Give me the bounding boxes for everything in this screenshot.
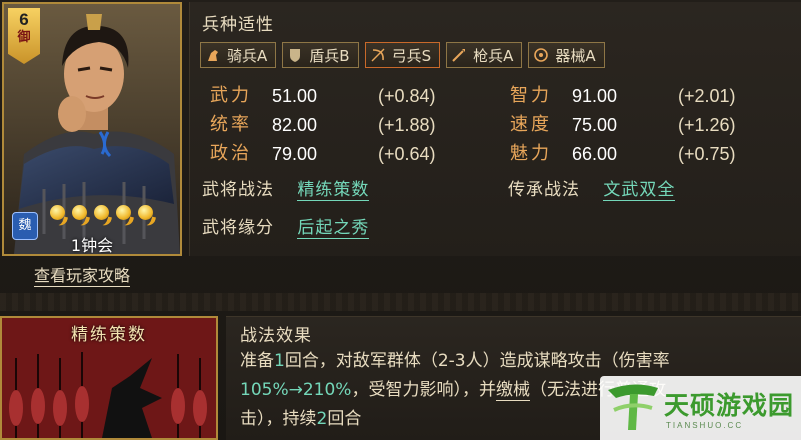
stat-bonus-charm: (+0.75) [678,144,736,164]
effect-highlight: 2 [316,409,328,429]
skill-card[interactable]: 精练策数 [0,316,218,440]
cost-drop-icon [48,202,67,226]
horse-icon [208,50,218,61]
affinity-title: 兵种适性 [202,15,274,35]
affinity-label: 盾兵B [309,46,350,65]
effect-text: 回合 [327,409,362,429]
stat-value-intellect: 91.00 [572,86,618,106]
attribute-panel: 武力 51.00 (+0.84) 智力 91.00 (+2.01) 统率 82.… [200,82,752,168]
stat-value-speed: 75.00 [572,115,618,135]
effect-title: 战法效果 [240,326,312,346]
skill-card-title: 精练策数 [71,325,147,345]
affinity-cavalry[interactable]: 骑兵A [200,42,277,68]
troop-type-label: 御 [17,30,31,45]
affinity-spear[interactable]: 枪兵A [446,42,523,68]
effect-highlight: 1 [274,351,285,371]
general-detail-screen: 6 御 魏 1钟会 查看玩家攻略 兵种适性 骑兵A 盾兵B 弓兵S 枪兵A 器械… [0,0,801,440]
cost-drop-icon [114,202,133,226]
stat-label-politics: 政治 [210,143,252,164]
troop-affinity-row: 骑兵A 盾兵B 弓兵S 枪兵A 器械A [200,42,605,68]
watermark-text: 天硕游戏园 [664,391,795,420]
player-guide-link[interactable]: 查看玩家攻略 [34,266,131,287]
stat-bonus-force: (+0.84) [378,86,436,106]
stat-label-command: 统率 [210,114,252,135]
stat-label-speed: 速度 [510,114,552,135]
affinity-label: 弓兵S [391,46,432,65]
spear-icon [452,49,466,62]
affinity-label: 器械A [555,46,596,65]
stat-label-force: 武力 [210,85,252,106]
cost-drop-icon [92,202,111,226]
shield-icon [290,49,301,62]
effect-text: 回合，对敌军群体（2-3人）造成谋略攻击（伤害率 [284,351,670,371]
effect-text: 击），持续 [240,409,317,429]
stat-row: 统率 82.00 (+1.88) 速度 75.00 (+1.26) [200,111,752,139]
stat-label-intellect: 智力 [510,85,552,106]
cost-drop-icon [136,202,155,226]
bow-icon [371,48,385,62]
stat-value-command: 82.00 [272,115,318,135]
own-skill-row: 武将战法 精练策数 [202,176,370,204]
stat-bonus-command: (+1.88) [378,115,436,135]
cost-drop-icon [70,202,89,226]
cost-indicator [48,202,155,226]
watermark-subtext: TIANSHUO.CC [666,421,744,430]
inherit-skill-label: 传承战法 [508,180,580,200]
own-skill-link[interactable]: 精练策数 [297,180,370,201]
affinity-label: 枪兵A [473,46,514,65]
star-level-badge: 6 御 [8,8,40,64]
stat-bonus-intellect: (+2.01) [678,86,736,106]
section-divider [0,293,801,311]
affinity-archer[interactable]: 弓兵S [364,42,441,68]
affinity-siege[interactable]: 器械A [528,42,605,68]
stat-value-force: 51.00 [272,86,318,106]
stat-bonus-politics: (+0.64) [378,144,436,164]
hero-card[interactable]: 6 御 魏 1钟会 [2,2,182,256]
stat-label-charm: 魅力 [510,143,552,164]
bond-row: 武将缘分 后起之秀 [202,214,370,242]
hero-name: 1钟会 [70,236,114,255]
bond-label: 武将缘分 [202,218,274,238]
inherit-skill-link[interactable]: 文武双全 [603,180,676,201]
stat-value-charm: 66.00 [572,144,618,164]
site-logo-icon [608,384,658,430]
bond-link[interactable]: 后起之秀 [297,218,370,239]
site-watermark: 天硕游戏园 TIANSHUO.CC [600,376,801,440]
inherit-skill-row: 传承战法 文武双全 [508,176,676,204]
star-level-number: 6 [19,10,29,29]
own-skill-label: 武将战法 [202,180,274,200]
effect-text: ，受智力影响），并 [351,380,496,400]
stat-row: 政治 79.00 (+0.64) 魅力 66.00 (+0.75) [200,140,752,168]
stat-row: 武力 51.00 (+0.84) 智力 91.00 (+2.01) [200,82,752,110]
disarm-status-link[interactable]: 缴械 [495,380,530,401]
affinity-shield[interactable]: 盾兵B [282,42,359,68]
effect-text: 准备 [240,351,274,371]
affinity-label: 骑兵A [227,46,268,65]
info-panel: 兵种适性 骑兵A 盾兵B 弓兵S 枪兵A 器械A 武力 51.00 (+0.84… [189,2,801,256]
stat-bonus-speed: (+1.26) [678,115,736,135]
siege-icon [534,48,549,62]
stat-value-politics: 79.00 [272,144,318,164]
effect-highlight: 105%→210% [240,380,352,400]
